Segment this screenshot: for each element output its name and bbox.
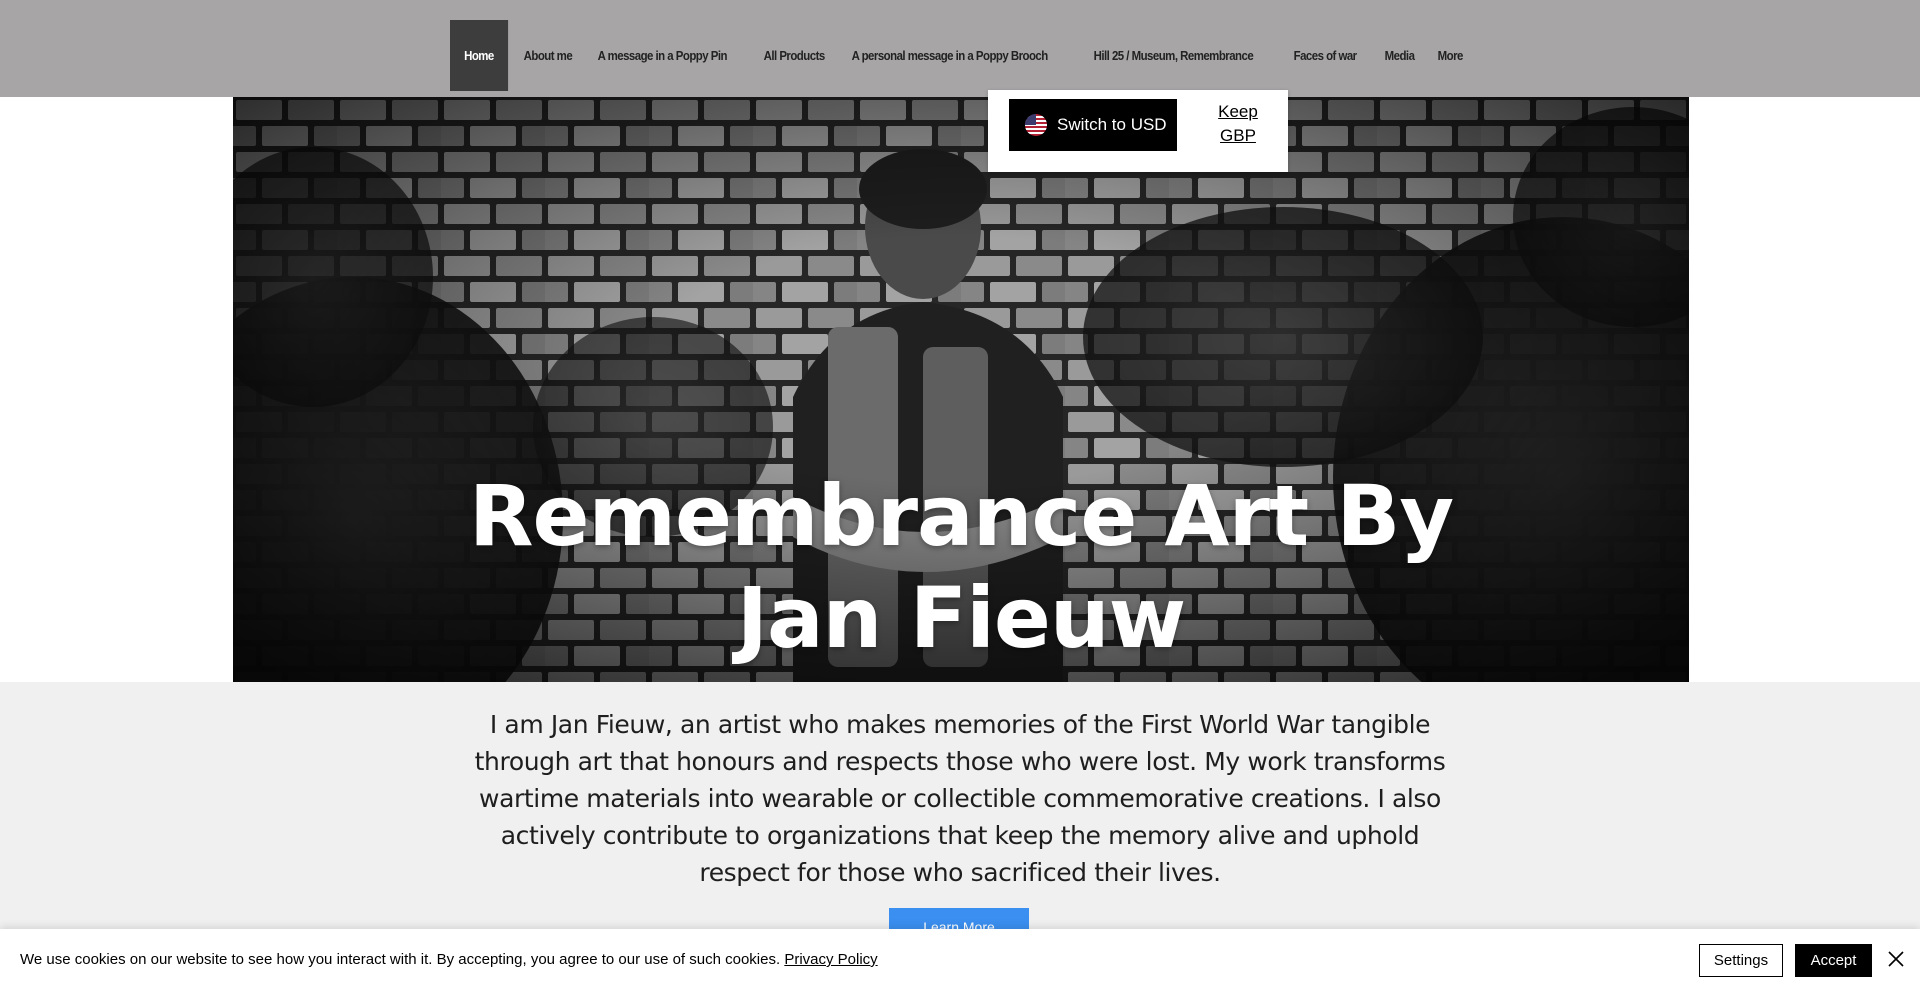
hero-title-line-1: Remembrance Art By	[468, 467, 1454, 565]
site-header: Home About me A message in a Poppy Pin A…	[0, 0, 1920, 97]
switch-currency-button[interactable]: Switch to USD	[1009, 99, 1177, 151]
us-flag-icon	[1025, 114, 1047, 136]
about-text: I am Jan Fieuw, an artist who makes memo…	[474, 710, 1446, 887]
privacy-policy-link[interactable]: Privacy Policy	[784, 951, 877, 968]
currency-popup: Switch to USD Keep GBP	[988, 90, 1288, 172]
hero-title: Remembrance Art By Jan Fieuw	[233, 465, 1689, 669]
nav-item-faces-of-war[interactable]: Faces of war	[1280, 20, 1370, 91]
cookie-settings-button[interactable]: Settings	[1699, 944, 1783, 977]
nav-item-home[interactable]: Home	[450, 20, 508, 91]
main-nav: Home About me A message in a Poppy Pin A…	[450, 20, 1471, 91]
hero-section: Remembrance Art By Jan Fieuw	[233, 97, 1689, 682]
nav-item-media[interactable]: Media	[1371, 20, 1428, 91]
cookie-text: We use cookies on our website to see how…	[20, 951, 781, 968]
nav-item-about-me[interactable]: About me	[510, 20, 586, 91]
nav-item-more[interactable]: More	[1424, 20, 1477, 91]
cookie-accept-button[interactable]: Accept	[1795, 944, 1872, 977]
keep-currency-link[interactable]: Keep GBP	[1208, 100, 1268, 148]
nav-item-poppy-brooch[interactable]: A personal message in a Poppy Brooch	[838, 20, 1061, 91]
switch-currency-label: Switch to USD	[1057, 115, 1167, 134]
cookie-banner: We use cookies on our website to see how…	[0, 929, 1920, 993]
nav-item-all-products[interactable]: All Products	[750, 20, 838, 91]
nav-item-hill-25[interactable]: Hill 25 / Museum, Remembrance	[1080, 20, 1267, 91]
close-icon[interactable]	[1885, 948, 1907, 970]
cookie-message: We use cookies on our website to see how…	[20, 951, 878, 968]
hero-title-line-2: Jan Fieuw	[736, 569, 1187, 667]
nav-item-poppy-pin[interactable]: A message in a Poppy Pin	[584, 20, 741, 91]
